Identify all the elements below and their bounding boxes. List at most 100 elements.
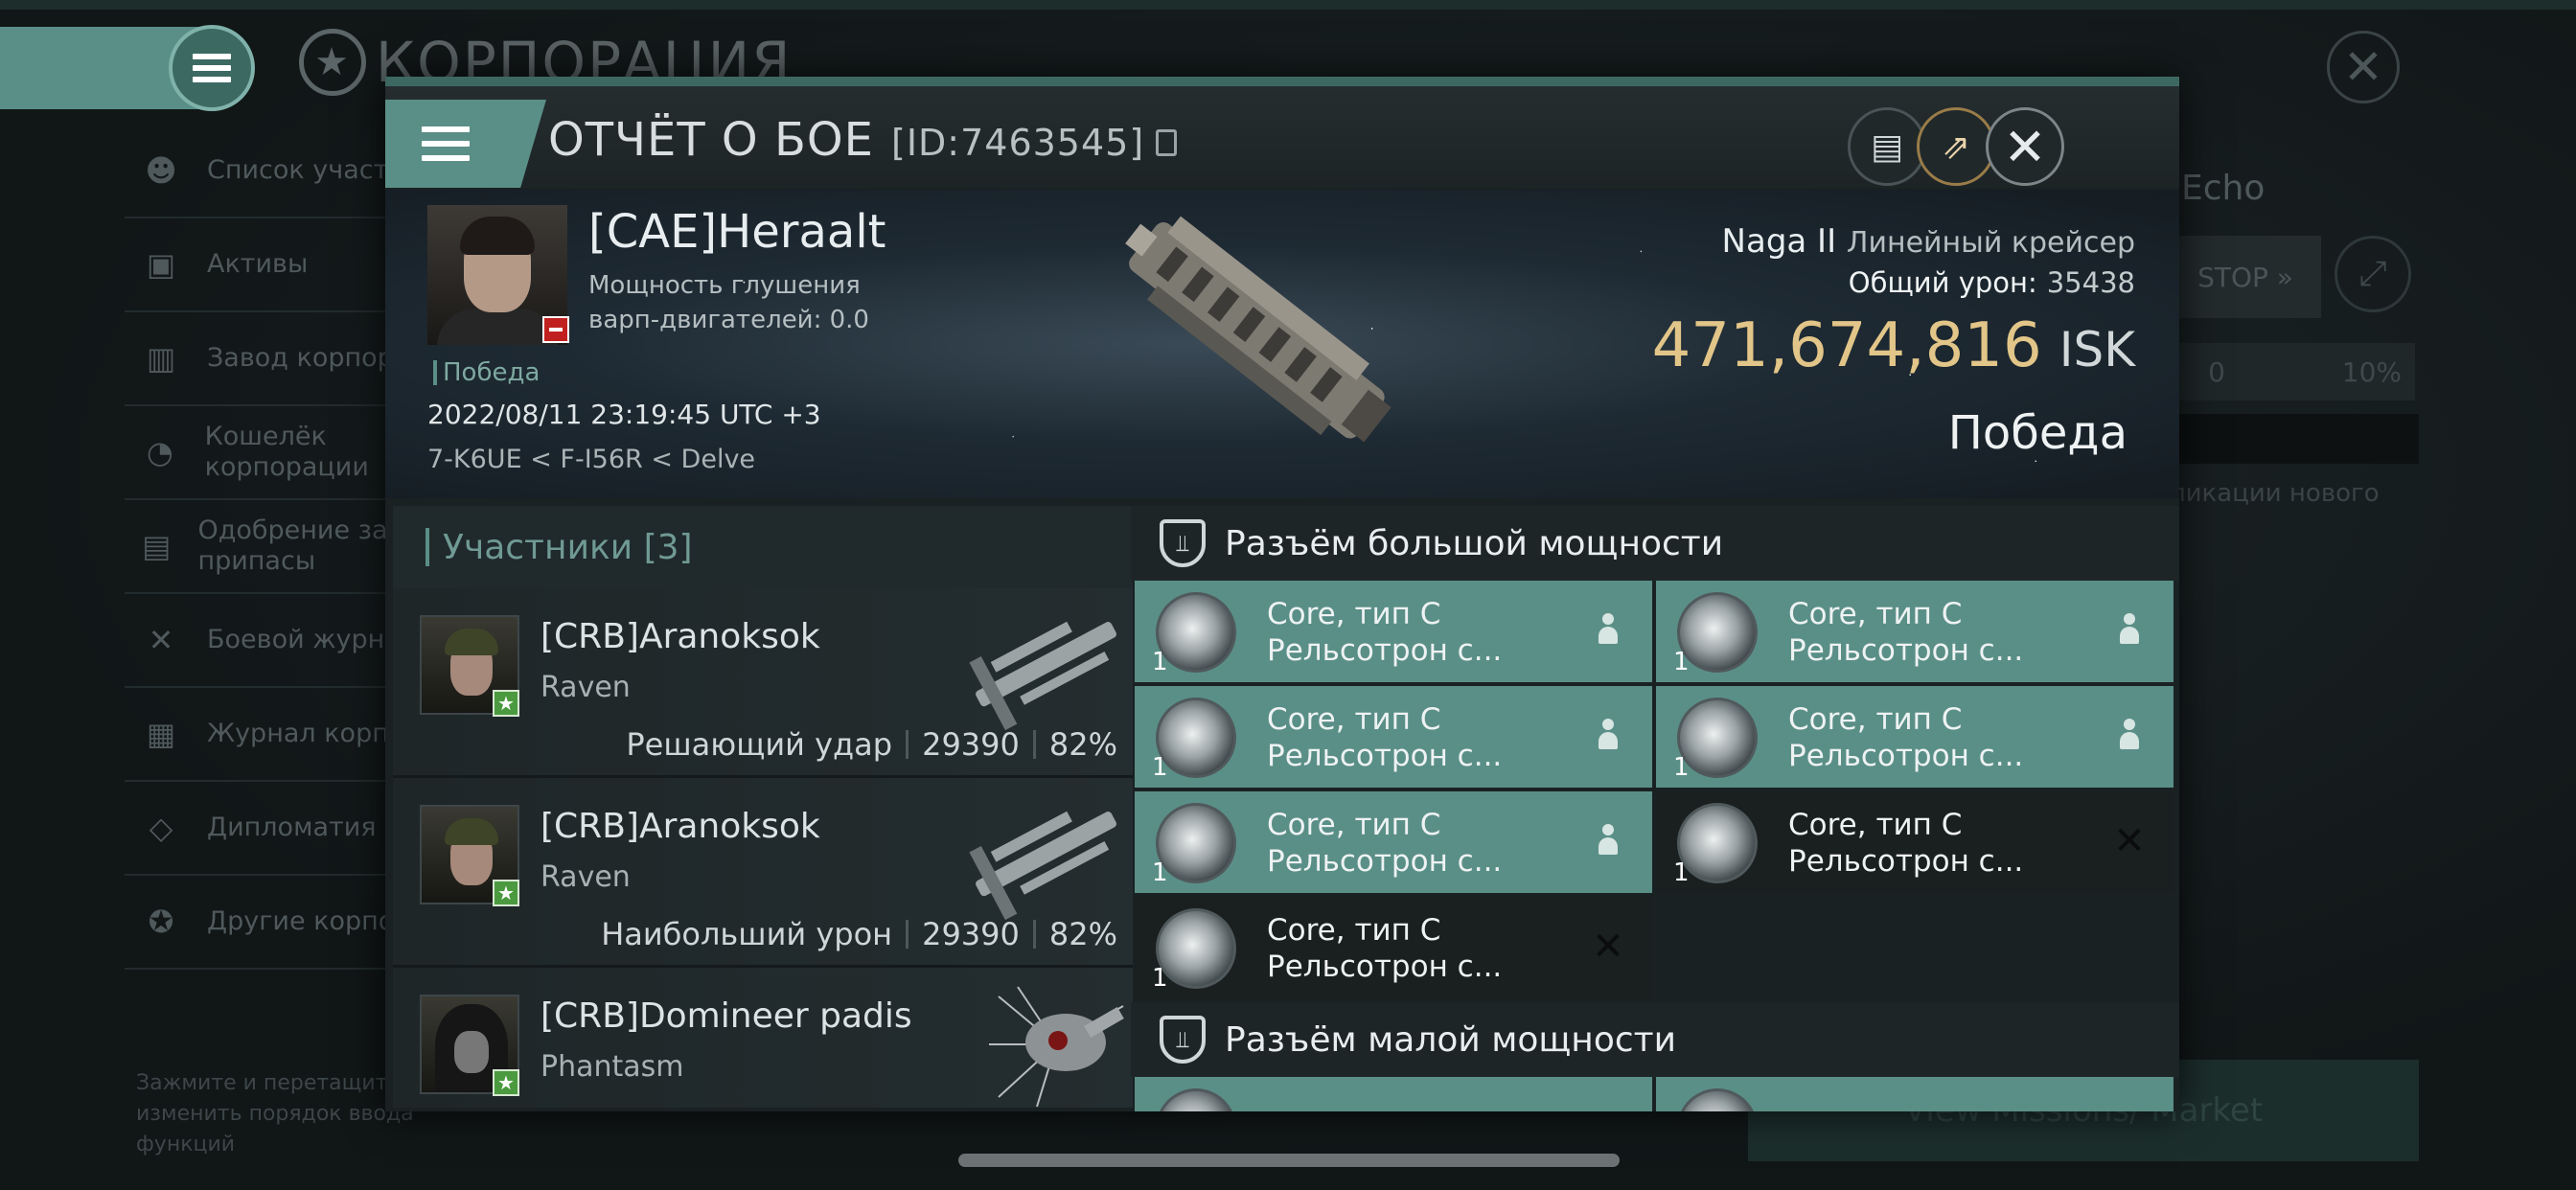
module-icon [1156,1088,1236,1111]
high-slot-header: ⫫ Разъём большой мощности [1131,506,2179,581]
raven-ship-image [969,811,1116,921]
bg-zero-field: 0 [2170,343,2264,400]
journal-icon: ▦ [146,716,176,752]
bg-stop-button[interactable]: STOP » [2170,236,2321,318]
module-slot[interactable]: 1 Core, тип C Рельсотрон с... ✕ [1656,791,2174,893]
module-slot[interactable]: 1 Core, тип C Рельсотрон с... [1135,791,1652,893]
railgun-icon [1677,803,1758,883]
destroyed-x-icon: ✕ [2113,819,2146,863]
module-slot[interactable]: 1 Core, тип C Рельсотрон с... [1135,686,1652,788]
home-indicator[interactable] [958,1154,1620,1167]
victim-ship[interactable]: Naga II Линейный крейсер [1722,222,2135,261]
wallet-icon: ◔ [146,434,173,470]
pilot-icon [1589,611,1627,650]
bg-percent-field: 10% [2258,343,2415,400]
supply-icon: ▤ [142,528,172,564]
railgun-icon [1677,698,1758,778]
railgun-icon [1156,803,1236,883]
main-menu-button[interactable] [169,25,255,111]
pilot-icon [1589,822,1627,860]
module-slot[interactable]: 1 Core, тип C Рельсотрон с... [1135,581,1652,682]
participant-name: [CRB]Aranoksok [540,807,820,846]
destroyed-x-icon: ✕ [1592,925,1624,969]
participants-list: Участники [3] ★ [CRB]Aranoksok Raven Реш… [393,506,1133,1108]
combat-log-icon: ✕ [148,622,174,658]
victim-stat: Мощность глушения варп-двигателей: 0.0 [588,271,869,334]
low-slot-icon: ⫫ [1160,1016,1206,1064]
battle-result: Победа [1947,406,2128,460]
top-edge [0,0,2576,10]
modal-header: ОТЧЁТ О БОЕ [ID:7463545] ▤ ⇗ ✕ [385,86,2179,188]
bg-external-icon[interactable]: ⤢ [2334,236,2411,312]
module-slot[interactable]: 1 Core, тип C Рельсотрон с... ✕ [1135,897,1652,998]
ally-star-icon: ★ [493,880,519,906]
module-slot[interactable] [1135,1077,1652,1111]
victory-tag: Победа [433,358,540,387]
participant-stats: Наибольший урон 29390 82% [601,916,1117,952]
report-id[interactable]: [ID:7463545] [891,122,1178,164]
star-icon: ✪ [148,904,174,940]
share-button[interactable]: ⇗ [1917,107,1995,186]
railgun-icon [1156,908,1236,989]
copy-icon [1156,129,1178,156]
pilot-icon [1589,717,1627,755]
report-notes-button[interactable]: ▤ [1848,107,1926,186]
modal-title: ОТЧЁТ О БОЕ [ID:7463545] [548,113,1178,167]
pilot-icon [2110,717,2149,755]
railgun-icon [1156,592,1236,673]
participant-ship: Raven [540,671,631,704]
diplomacy-icon: ◇ [149,810,173,846]
participant-name: [CRB]Aranoksok [540,617,820,656]
members-icon: ☻ [145,152,177,189]
participant-row[interactable]: ★ [CRB]Aranoksok Raven Наибольший урон 29… [393,778,1133,968]
reorder-hint: Зажмите и перетащите изменить порядок вв… [136,1071,414,1156]
combat-report-modal: ОТЧЁТ О БОЕ [ID:7463545] ▤ ⇗ ✕ [CAE]Hera… [385,77,2179,1111]
ally-star-icon: ★ [493,690,519,717]
victim-ship-image[interactable] [1094,190,1420,473]
low-slot-grid [1131,1077,2179,1111]
modal-menu-button[interactable] [385,100,546,188]
module-icon [1677,1088,1758,1111]
close-icon: ✕ [2003,116,2047,177]
total-damage: Общий урон: 35438 [1848,266,2135,299]
kill-location[interactable]: 7-K6UE < F-I56R < Delve [427,445,755,474]
participants-header: Участники [3] [393,506,1133,588]
participant-row[interactable]: ★ [CRB]Aranoksok Raven Решающий удар 2939… [393,588,1133,778]
high-slot-icon: ⫫ [1160,519,1206,567]
factory-icon: ▥ [146,340,176,377]
participant-name: [CRB]Domineer padis [540,996,912,1036]
high-slot-grid: 1 Core, тип C Рельсотрон с... 1 Core, тип C… [1131,581,2179,998]
corp-star-icon: ★ [299,29,366,96]
assets-icon: ▣ [146,246,176,283]
ally-star-icon: ★ [493,1069,519,1096]
bg-text: ликации нового [2170,479,2380,508]
raven-ship-image [969,621,1116,731]
railgun-icon [1677,592,1758,673]
victim-panel: [CAE]Heraalt Мощность глушения варп-двиг… [385,190,2179,498]
railgun-icon [1156,698,1236,778]
bg-bar [2170,414,2419,464]
modal-close-button[interactable]: ✕ [1986,107,2064,186]
hamburger-icon [193,54,231,82]
pilot-icon [2110,611,2149,650]
participant-row[interactable]: ★ [CRB]Domineer padis Phantasm [393,968,1133,1108]
kill-datetime: 2022/08/11 23:19:45 UTC +3 [427,399,821,430]
phantasm-ship-image [989,986,1124,1108]
hamburger-icon [422,126,470,161]
share-icon: ⇗ [1941,126,1971,167]
module-slot[interactable]: 1 Core, тип C Рельсотрон с... [1656,581,2174,682]
modal-accent-line [385,77,2179,86]
low-slot-header: ⫫ Разъём малой мощности [1131,1002,2179,1077]
victim-name[interactable]: [CAE]Heraalt [588,205,886,259]
module-slot[interactable] [1656,1077,2174,1111]
hostile-badge-icon [542,316,569,343]
isk-value: 471,674,816 ISK [1651,310,2135,381]
background-close-icon[interactable]: ✕ [2327,31,2400,103]
participant-stats: Решающий удар 29390 82% [626,726,1117,763]
bg-echo-label: Echo [2181,169,2266,208]
participant-ship: Phantasm [540,1050,684,1084]
participant-ship: Raven [540,860,631,894]
fitting-slots: ⫫ Разъём большой мощности 1 Core, тип C Рел… [1131,506,2179,1111]
module-slot[interactable]: 1 Core, тип C Рельсотрон с... [1656,686,2174,788]
clipboard-icon: ▤ [1870,126,1903,167]
